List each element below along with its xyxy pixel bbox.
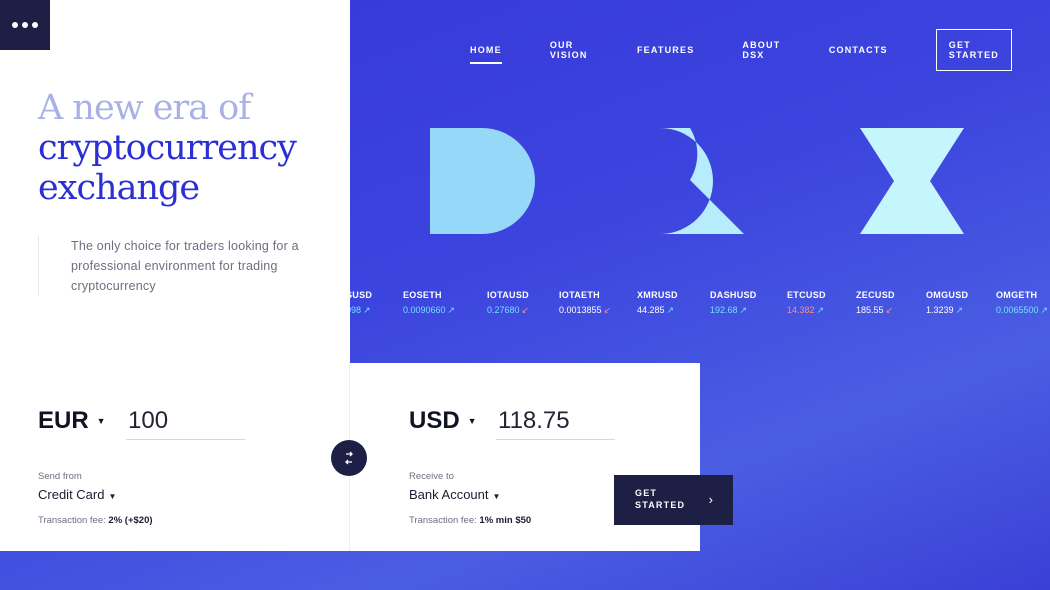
- more-dots-icon: [12, 22, 38, 28]
- chevron-right-icon: ›: [708, 492, 713, 507]
- arrow-up-icon: ↗: [1040, 305, 1049, 315]
- receive-to-label: Receive to: [409, 471, 454, 482]
- arrow-up-icon: ↗: [816, 305, 825, 315]
- arrow-up-icon: ↗: [447, 305, 456, 315]
- arrow-down-icon: ↙: [885, 305, 894, 315]
- ticker-item[interactable]: SUSD 098↗: [350, 290, 372, 316]
- hero-headline: A new era of cryptocurrency exchange: [38, 88, 297, 208]
- from-amount-input[interactable]: [126, 406, 245, 440]
- hero-text-panel: A new era of cryptocurrency exchange The…: [0, 0, 350, 363]
- ticker-item[interactable]: OMGUSD 1.3239 ↗: [926, 290, 968, 316]
- nav-about-dsx[interactable]: ABOUT DSX: [742, 40, 780, 60]
- arrow-up-icon: ↗: [955, 305, 964, 315]
- swap-currencies-button[interactable]: [331, 440, 367, 476]
- send-from-method-select[interactable]: Credit Card ▼: [38, 487, 116, 502]
- caret-down-icon: ▼: [467, 416, 477, 426]
- price-ticker: SUSD 098↗ EOSETH 0.0090660↗ IOTAUSD 0.27…: [350, 290, 1050, 326]
- get-started-button[interactable]: GET STARTED ›: [614, 475, 733, 525]
- send-from-label: Send from: [38, 471, 82, 482]
- ticker-item[interactable]: XMRUSD 44.285 ↗: [637, 290, 678, 316]
- ticker-item[interactable]: DASHUSD 192.68 ↗: [710, 290, 757, 316]
- swap-icon: [345, 451, 353, 465]
- ticker-item[interactable]: ZECUSD 185.55 ↙: [856, 290, 895, 316]
- header-get-started-button[interactable]: GET STARTED: [935, 29, 1012, 71]
- nav-contacts[interactable]: CONTACTS: [829, 45, 888, 55]
- ticker-item[interactable]: ETCUSD 14.382 ↗: [787, 290, 826, 316]
- arrow-down-icon: ↙: [521, 305, 530, 315]
- headline-line-1: A new era of: [38, 88, 251, 128]
- arrow-up-icon: ↗: [739, 305, 748, 315]
- nav-features[interactable]: FEATURES: [637, 45, 694, 55]
- nav-our-vision[interactable]: OUR VISION: [550, 40, 589, 60]
- top-navigation: HOME OUR VISION FEATURES ABOUT DSX CONTA…: [470, 29, 1012, 71]
- nav-home[interactable]: HOME: [470, 45, 502, 64]
- caret-down-icon: ▼: [108, 492, 117, 501]
- to-transaction-fee: Transaction fee: 1% min $50: [409, 515, 532, 526]
- to-amount-input[interactable]: [496, 406, 615, 440]
- hero-tagline: The only choice for traders looking for …: [38, 236, 341, 296]
- arrow-down-icon: ↙: [603, 305, 612, 315]
- menu-button[interactable]: [0, 0, 50, 50]
- logo-letter-d: [430, 128, 535, 234]
- caret-down-icon: ▼: [492, 492, 501, 501]
- from-transaction-fee: Transaction fee: 2% (+$20): [38, 515, 153, 526]
- receive-to-method-select[interactable]: Bank Account ▼: [409, 487, 500, 502]
- ticker-item[interactable]: EOSETH 0.0090660 ↗: [403, 290, 455, 316]
- dsx-logo: [430, 128, 964, 234]
- caret-down-icon: ▼: [96, 416, 106, 426]
- from-currency-select[interactable]: EUR ▼: [38, 407, 106, 435]
- arrow-up-icon: ↗: [363, 305, 371, 315]
- headline-line-3: exchange: [38, 168, 200, 208]
- ticker-item[interactable]: OMGETH 0.0065500 ↗: [996, 290, 1048, 316]
- ticker-item[interactable]: IOTAETH 0.0013855 ↙: [559, 290, 611, 316]
- to-currency-select[interactable]: USD ▼: [409, 407, 477, 435]
- logo-letter-s: [660, 128, 744, 234]
- headline-line-2: cryptocurrency: [38, 128, 297, 168]
- arrow-up-icon: ↗: [666, 305, 675, 315]
- logo-letter-x: [860, 128, 964, 234]
- ticker-item[interactable]: IOTAUSD 0.27680 ↙: [487, 290, 529, 316]
